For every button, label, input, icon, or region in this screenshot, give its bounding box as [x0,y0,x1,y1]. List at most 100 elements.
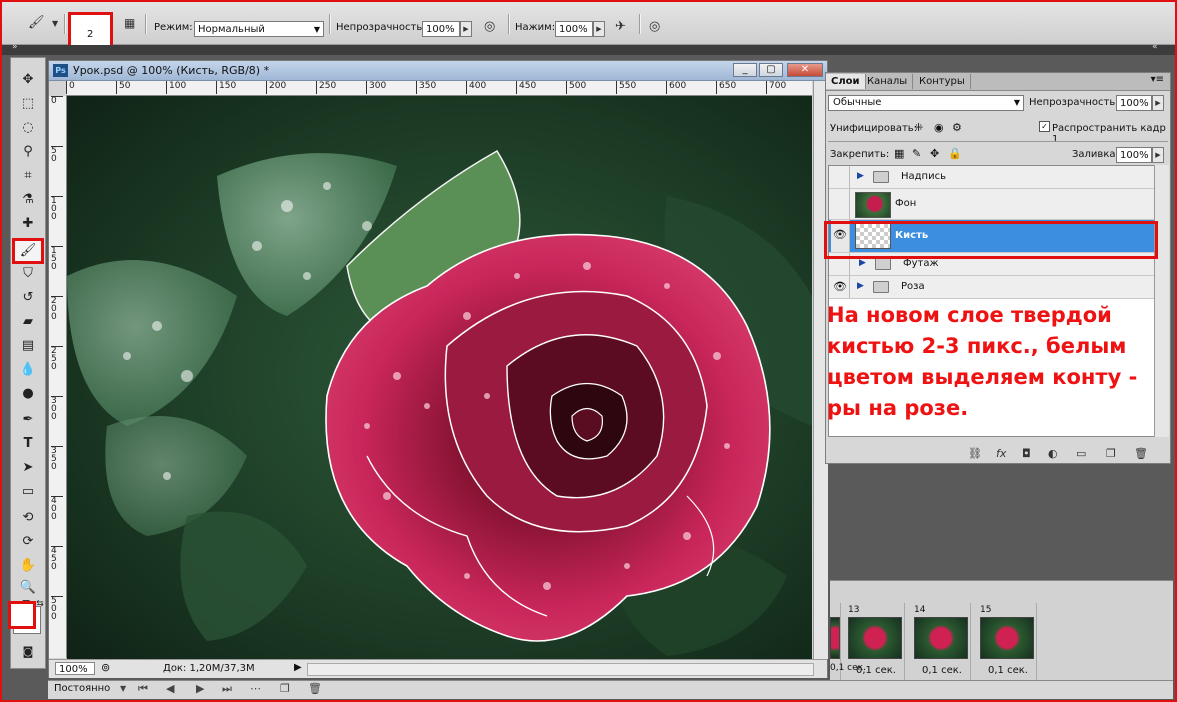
clone-stamp-tool-icon[interactable]: ⛉ [15,264,41,284]
lasso-tool-icon[interactable]: ◌ [15,118,41,138]
link-layers-icon[interactable]: ⛓ [968,447,982,460]
3d-orbit-tool-icon[interactable]: ⟳ [15,532,41,552]
adjustment-layer-icon[interactable]: ◐ [1048,447,1058,460]
lock-transparency-icon[interactable]: ▦ [894,147,904,160]
tablet-size-pressure-icon[interactable]: ◎ [649,19,660,35]
tablet-opacity-pressure-icon[interactable]: ◎ [484,19,495,35]
delete-frame-icon[interactable]: 🗑 [308,682,322,695]
brush-panel-toggle-icon[interactable]: ▦ [124,15,135,31]
previous-frame-icon[interactable]: ◀ [166,682,174,695]
close-button[interactable]: ✕ [787,63,823,77]
loop-select[interactable]: Постоянно [54,683,110,694]
marquee-tool-icon[interactable]: ⬚ [15,94,41,114]
pen-tool-icon[interactable]: ✒ [15,410,41,430]
unify-style-icon[interactable]: ⚙ [952,121,962,134]
eye-icon[interactable]: 👁 [831,276,850,298]
status-menu-arrow-icon[interactable]: ▶ [294,662,302,673]
flow-slider-arrow[interactable]: ▶ [593,21,605,37]
expand-triangle-icon[interactable]: ▶ [857,171,864,181]
frame-delay[interactable]: 0,1 сек. [922,665,962,676]
crop-tool-icon[interactable]: ⌗ [15,166,41,186]
horizontal-ruler[interactable]: 0 50 100 150 200 250 300 350 400 450 500 550 600 650 7… [66,81,812,96]
frame-delay[interactable]: 0,1 сек. [988,665,1028,676]
lock-all-icon[interactable]: 🔒 [948,147,962,160]
quick-selection-tool-icon[interactable]: ⚲ [15,142,41,162]
mode-select[interactable]: Нормальный ▼ [194,21,324,37]
dodge-tool-icon[interactable]: ● [15,384,41,404]
layer-opacity-arrow[interactable]: ▶ [1152,95,1164,111]
expand-panels-icon[interactable]: » [12,42,18,52]
layer-row[interactable]: ▶ Надпись [829,166,1155,189]
visibility-toggle[interactable] [831,189,850,219]
3d-rotate-tool-icon[interactable]: ⟲ [15,508,41,528]
ruler-tick: 2 5 0 [51,346,63,372]
opacity-input[interactable]: 100% [422,21,460,37]
horizontal-scrollbar[interactable] [307,663,814,676]
expand-triangle-icon[interactable]: ▶ [859,258,866,268]
fill-input[interactable]: 100% [1116,147,1152,163]
unify-position-icon[interactable]: ⁜ [914,121,923,134]
layer-row[interactable]: Фон [829,189,1155,220]
zoom-preview-icon[interactable]: ⊚ [101,661,110,674]
flow-input[interactable]: 100% [555,21,593,37]
minimize-button[interactable]: _ [733,63,757,77]
brush-size-picker[interactable]: 2 [68,12,113,48]
eraser-tool-icon[interactable]: ▰ [15,312,41,332]
panel-menu-icon[interactable]: ▾≡ [1151,74,1164,85]
new-layer-icon[interactable]: ❐ [1106,447,1116,460]
fx-icon[interactable]: fx [996,447,1006,460]
lock-pixels-icon[interactable]: ✎ [912,147,921,160]
duplicate-frame-icon[interactable]: ❐ [280,682,290,695]
blur-tool-icon[interactable]: 💧 [15,360,41,380]
layer-row[interactable]: 👁 ▶ Роза [829,276,1155,299]
first-frame-icon[interactable]: ⏮ [138,682,148,696]
gradient-tool-icon[interactable]: ▤ [15,336,41,356]
ruler-tick: 150 [216,81,236,94]
add-mask-icon[interactable]: ◘ [1022,447,1031,460]
layer-opacity-input[interactable]: 100% [1116,95,1152,111]
new-group-icon[interactable]: ▭ [1076,447,1086,460]
zoom-input[interactable]: 100% [55,662,95,675]
tool-preset-dropdown-icon[interactable]: ▼ [52,16,58,32]
type-tool-icon[interactable]: T [15,434,41,454]
ruler-tick: 300 [366,81,386,94]
visibility-toggle[interactable] [831,166,850,188]
animation-frame[interactable]: 15 0,1 сек. [976,603,1037,681]
hand-tool-icon[interactable]: ✋ [15,556,41,576]
airbrush-icon[interactable]: ✈ [615,19,626,35]
move-tool-icon[interactable]: ✥ [15,70,41,90]
collapse-panels-icon[interactable]: « [1152,42,1158,52]
foreground-color-swatch[interactable] [8,601,36,629]
frame-thumbnail [848,617,902,659]
blend-mode-select[interactable]: Обычные ▼ [828,95,1024,111]
eyedropper-tool-icon[interactable]: ⚗ [15,190,41,210]
separator [639,14,641,34]
expand-triangle-icon[interactable]: ▶ [857,281,864,291]
play-icon[interactable]: ▶ [196,682,204,695]
blend-mode-value: Обычные [833,97,882,108]
fill-arrow[interactable]: ▶ [1152,147,1164,163]
brush-tool-icon[interactable]: 🖌 [28,15,45,31]
image-canvas[interactable] [67,96,812,659]
lock-position-icon[interactable]: ✥ [930,147,939,160]
propagate-checkbox[interactable]: ✓ [1039,121,1050,132]
shape-tool-icon[interactable]: ▭ [15,482,41,502]
unify-visibility-icon[interactable]: ◉ [934,121,944,134]
tween-icon[interactable]: ⋯ [250,682,261,695]
tab-channels[interactable]: Каналы [862,74,914,89]
tab-layers[interactable]: Слои [826,74,866,89]
path-selection-tool-icon[interactable]: ➤ [15,458,41,478]
document-title-bar[interactable]: Ps Урок.psd @ 100% (Кисть, RGB/8) * _ ▢ … [49,61,827,81]
history-brush-tool-icon[interactable]: ↺ [15,288,41,308]
brush-tool-active-icon[interactable]: 🖌 [12,238,44,264]
maximize-button[interactable]: ▢ [759,63,783,77]
animation-frame[interactable]: 14 0,1 сек. [910,603,971,681]
quick-mask-icon[interactable]: ◙ [15,642,41,662]
vertical-ruler[interactable]: 0 5 0 1 0 0 1 5 0 2 0 0 2 5 0 3 0 0 3 5 0 4 0 0 4… [49,96,67,658]
chevron-down-icon[interactable]: ▼ [120,684,126,693]
opacity-slider-arrow[interactable]: ▶ [460,21,472,37]
tab-paths[interactable]: Контуры [914,74,971,89]
next-frame-icon[interactable]: ⏭ [222,682,232,696]
delete-layer-icon[interactable]: 🗑 [1134,447,1148,460]
healing-brush-tool-icon[interactable]: ✚ [15,214,41,234]
